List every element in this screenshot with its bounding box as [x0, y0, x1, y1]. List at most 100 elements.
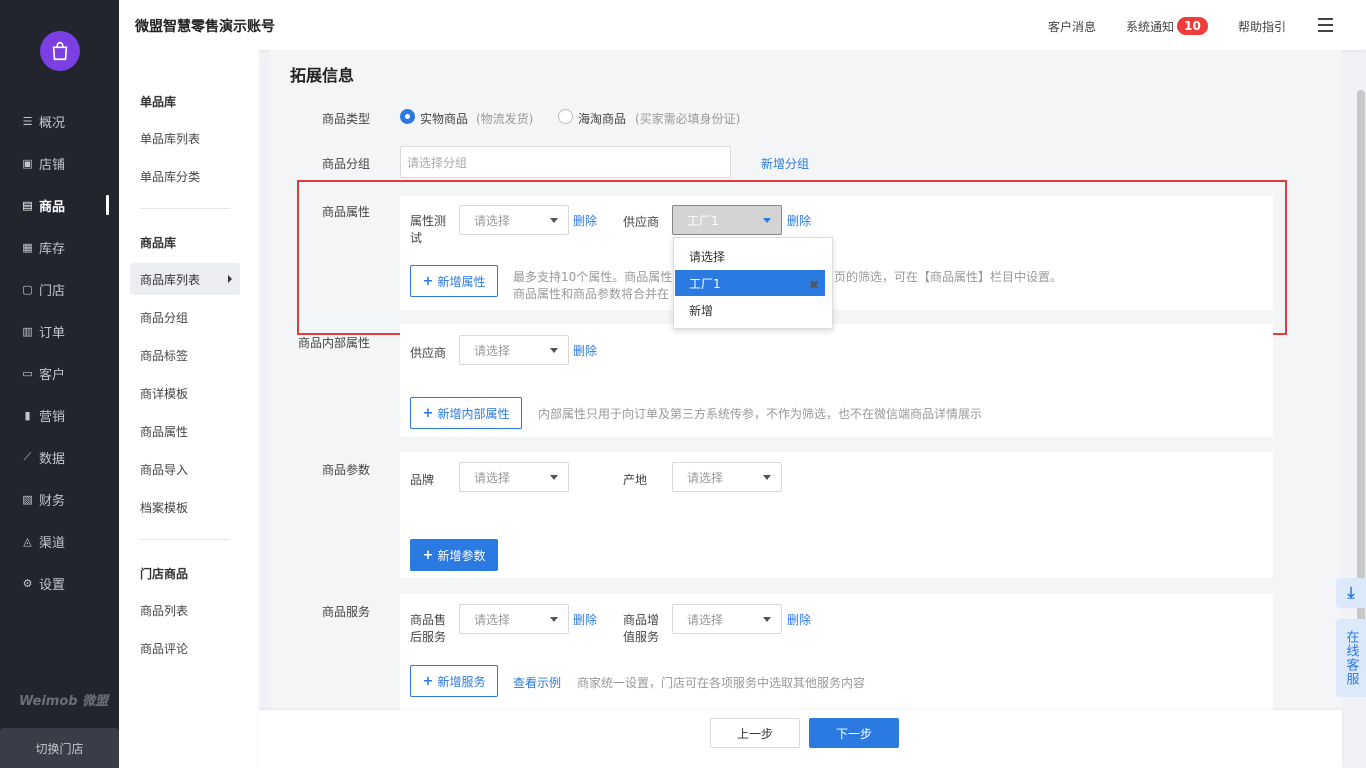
divider — [140, 208, 230, 209]
sidebar-item[interactable]: ▦ 库存 — [0, 232, 119, 262]
subnav-section-single-library: 单品库 — [140, 95, 177, 109]
brand-select[interactable]: 请选择 — [459, 462, 569, 492]
dropdown-option[interactable]: 请选择 — [675, 243, 825, 269]
subnav-item[interactable]: 商品标签 — [130, 339, 240, 371]
channel-icon: ◬ — [23, 534, 32, 548]
subnav-section-store-goods: 门店商品 — [140, 567, 189, 581]
origin-select[interactable]: 请选择 — [672, 462, 782, 492]
value-added-select[interactable]: 请选择 — [672, 604, 782, 634]
subnav-item-active[interactable]: 商品库列表 — [130, 263, 240, 295]
sidebar-item[interactable]: ▢ 门店 — [0, 274, 119, 304]
prev-step-button[interactable]: 上一步 — [710, 718, 800, 748]
sidebar-item-label: 库存 — [39, 241, 66, 257]
dropdown-option-selected[interactable]: 工厂1 — [675, 270, 825, 296]
clear-option-icon[interactable]: ✖ — [809, 278, 819, 292]
store-icon: ▣ — [22, 156, 33, 170]
switch-store-button[interactable]: 切换门店 — [0, 728, 119, 768]
sidebar-item[interactable]: ☰ 概况 — [0, 106, 119, 136]
order-icon: ▥ — [22, 324, 33, 338]
sidebar-item-label: 概况 — [39, 115, 66, 131]
shop-icon: ▢ — [22, 282, 33, 296]
brand-logo: Weimob 微盟 — [19, 694, 109, 709]
add-param-button[interactable]: + 新增参数 — [410, 539, 498, 571]
sidebar-item-label: 财务 — [39, 493, 66, 509]
sidebar-item[interactable]: ▧ 财务 — [0, 484, 119, 514]
online-service-button[interactable]: 在线客服 — [1336, 619, 1366, 697]
subnav-item[interactable]: 商品导入 — [130, 453, 240, 485]
finance-icon: ▧ — [22, 492, 33, 506]
goods-icon: ▤ — [22, 198, 33, 212]
subnav-item[interactable]: 商详模板 — [130, 377, 240, 409]
supplier-dropdown: 请选择 工厂1 ✖ 新增 — [673, 237, 833, 329]
sidebar-item[interactable]: ⟋ 数据 — [0, 442, 119, 472]
account-name: 微盟智慧零售演示账号 — [135, 19, 275, 35]
subnav-item[interactable]: 单品库列表 — [130, 122, 240, 154]
overview-icon: ☰ — [22, 114, 33, 128]
goods-group-input[interactable]: 请选择分组 — [400, 146, 731, 178]
internal-supplier-select[interactable]: 请选择 — [459, 335, 569, 365]
after-sale-select[interactable]: 请选择 — [459, 604, 569, 634]
value-added-label: 商品增值服务 — [623, 613, 660, 644]
secondary-sidebar: 单品库 单品库列表 单品库分类 商品库 商品库列表 商品分组 商品标签 商详模板… — [119, 50, 259, 768]
sidebar-item[interactable]: ▣ 店铺 — [0, 148, 119, 178]
internal-delete-link[interactable]: 删除 — [573, 342, 597, 359]
marketing-icon: ▮ — [24, 408, 31, 422]
subnav-item[interactable]: 单品库分类 — [130, 160, 240, 192]
radio-overseas-label[interactable]: 海淘商品 — [578, 110, 626, 127]
after-sale-label: 商品售后服务 — [410, 613, 447, 644]
sidebar-item-label: 商品 — [39, 199, 66, 215]
sidebar-item[interactable]: ▮ 营销 — [0, 400, 119, 430]
dropdown-add-option[interactable]: 新增 — [675, 297, 825, 323]
top-header: 微盟智慧零售演示账号 客户消息 系统通知 10 帮助指引 — [119, 0, 1366, 50]
sidebar-item-label: 渠道 — [39, 535, 66, 551]
subnav-item[interactable]: 商品分组 — [130, 301, 240, 333]
download-icon[interactable]: ⤓ — [1336, 578, 1366, 608]
after-sale-delete-link[interactable]: 删除 — [573, 611, 597, 628]
sidebar-item-label: 订单 — [39, 325, 66, 341]
sidebar-item-label: 门店 — [39, 283, 66, 299]
active-nav-indicator — [106, 195, 109, 215]
add-group-link[interactable]: 新增分组 — [761, 155, 809, 172]
sidebar-item[interactable]: ▭ 客户 — [0, 358, 119, 388]
app-logo[interactable] — [40, 31, 80, 71]
system-notice-link[interactable]: 系统通知 — [1126, 18, 1174, 35]
sidebar-item[interactable]: ◬ 渠道 — [0, 526, 119, 556]
plus-icon: + — [422, 405, 434, 421]
plus-icon: + — [422, 547, 434, 563]
goods-type-label: 商品类型 — [322, 112, 371, 126]
sidebar-item-label: 店铺 — [39, 157, 66, 173]
hamburger-menu-icon[interactable] — [1318, 18, 1333, 32]
inventory-icon: ▦ — [22, 240, 33, 254]
goods-service-label: 商品服务 — [322, 605, 371, 619]
radio-overseas[interactable] — [558, 109, 573, 124]
value-added-delete-link[interactable]: 删除 — [787, 611, 811, 628]
sidebar-item-label: 客户 — [39, 367, 66, 383]
radio-physical-label[interactable]: 实物商品 — [420, 110, 468, 127]
add-service-button[interactable]: + 新增服务 — [410, 665, 498, 697]
sidebar-item[interactable]: ▥ 订单 — [0, 316, 119, 346]
subnav-section-goods-library: 商品库 — [140, 236, 177, 250]
internal-attr-label: 商品内部属性 — [298, 336, 371, 350]
radio-physical[interactable] — [400, 109, 415, 124]
sidebar-item-label: 数据 — [39, 451, 66, 467]
notice-count-badge: 10 — [1177, 17, 1208, 35]
sidebar-item[interactable]: ⚙ 设置 — [0, 568, 119, 598]
view-example-link[interactable]: 查看示例 — [513, 674, 561, 691]
divider — [140, 539, 230, 540]
subnav-item[interactable]: 商品属性 — [130, 415, 240, 447]
sidebar-item[interactable]: ▤ 商品 — [0, 190, 119, 220]
add-internal-attr-button[interactable]: + 新增内部属性 — [410, 397, 522, 429]
customer-message-link[interactable]: 客户消息 — [1048, 18, 1096, 35]
next-step-button[interactable]: 下一步 — [809, 718, 899, 748]
subnav-item[interactable]: 商品评论 — [130, 632, 240, 664]
radio-physical-note: (物流发货) — [476, 112, 534, 126]
goods-group-label: 商品分组 — [322, 157, 371, 171]
goods-param-label: 商品参数 — [322, 463, 371, 477]
section-title: 拓展信息 — [290, 66, 355, 85]
help-guide-link[interactable]: 帮助指引 — [1238, 18, 1286, 35]
subnav-item[interactable]: 档案模板 — [130, 491, 240, 523]
sidebar-item-label: 营销 — [39, 409, 66, 425]
subnav-item[interactable]: 商品列表 — [130, 594, 240, 626]
sidebar-item-label: 设置 — [39, 577, 66, 593]
brand-label: 品牌 — [410, 473, 435, 487]
